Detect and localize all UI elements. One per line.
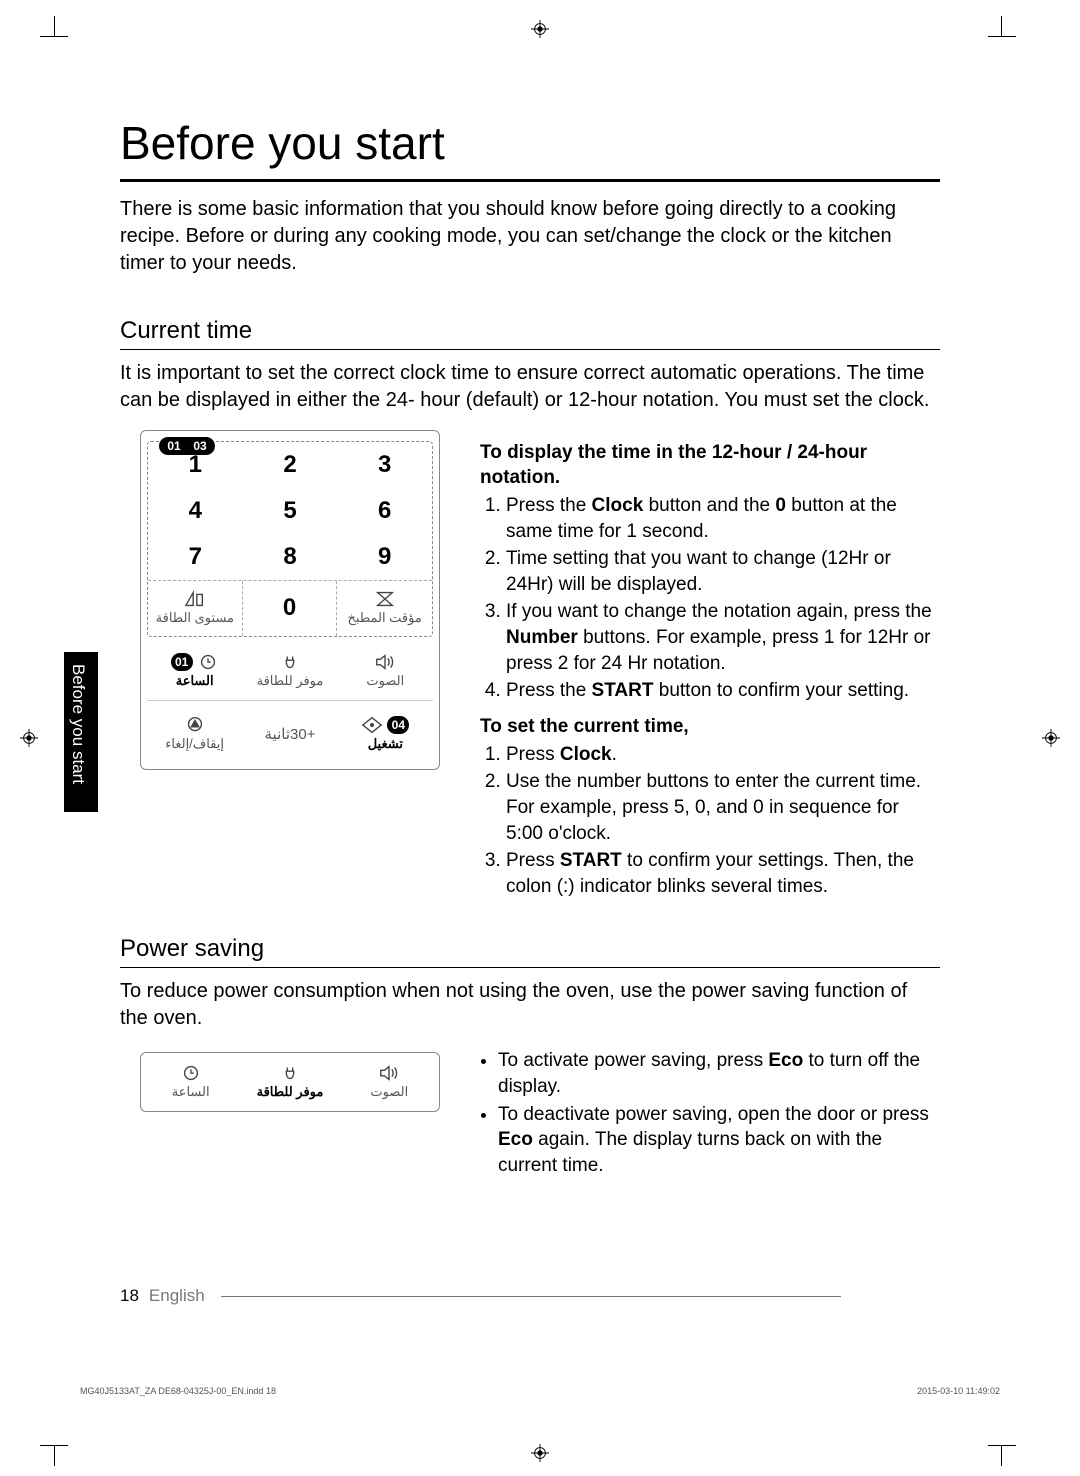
- eco-label: موفر للطاقة: [257, 673, 324, 689]
- print-footer-right: 2015-03-10 11:49:02: [917, 1386, 1000, 1396]
- list-item: Press START to confirm your settings. Th…: [506, 848, 940, 899]
- registration-mark-icon: [20, 729, 38, 747]
- keypad-area: 1 2 3 4 5 6 7 8 9 مستوى الطاقة: [147, 441, 433, 637]
- notation-steps: Press the Clock button and the 0 button …: [480, 493, 940, 704]
- keypad-6: 6: [337, 488, 432, 534]
- clock-icon: [197, 653, 219, 671]
- power-saving-bullets: To activate power saving, press Eco to t…: [480, 1048, 940, 1178]
- page-footer: 18 English: [120, 1286, 841, 1306]
- sound-icon: [374, 653, 396, 671]
- clock-label: الساعة: [172, 1084, 210, 1100]
- list-item: Press the Clock button and the 0 button …: [506, 493, 940, 544]
- list-item: To activate power saving, press Eco to t…: [498, 1048, 940, 1099]
- kitchen-timer-label: مؤقت المطبخ: [347, 610, 421, 626]
- crop-mark: [988, 36, 1016, 37]
- callout-badge: 04: [387, 716, 409, 734]
- crop-mark: [40, 1445, 68, 1446]
- callout-badge: 01: [163, 437, 185, 455]
- section-tab-label: Before you start: [68, 664, 88, 784]
- page-content: Before you start There is some basic inf…: [120, 118, 940, 1181]
- keypad-9: 9: [337, 534, 432, 580]
- footer-rule: [221, 1296, 841, 1297]
- crop-mark: [40, 36, 68, 37]
- keypad-2: 2: [243, 442, 338, 488]
- current-time-desc: It is important to set the correct clock…: [120, 360, 940, 414]
- section-tab: Before you start: [64, 652, 98, 812]
- page-title: Before you start: [120, 118, 940, 169]
- intro-paragraph: There is some basic information that you…: [120, 196, 940, 277]
- eco-panel-illustration: الساعة موفر للطاقة الصوت: [140, 1052, 440, 1112]
- print-footer-left: MG40J5133AT_ZA DE68-04325J-00_EN.indd 18: [80, 1386, 276, 1396]
- eco-label: موفر للطاقة: [257, 1084, 324, 1100]
- callout-badge: 03: [189, 437, 211, 455]
- power-saving-heading: Power saving: [120, 935, 940, 968]
- power-level-icon: [184, 590, 206, 608]
- stop-icon: [184, 716, 206, 734]
- list-item: Time setting that you want to change (12…: [506, 546, 940, 597]
- registration-mark-icon: [531, 1444, 549, 1462]
- control-panel-illustration: 01 03 1 2 3 4 5 6 7 8 9: [140, 430, 440, 770]
- notation-heading: To display the time in the 12-hour / 24-…: [480, 440, 940, 491]
- crop-mark: [988, 1445, 1016, 1446]
- keypad-7: 7: [148, 534, 243, 580]
- sound-label: الصوت: [370, 1084, 408, 1100]
- title-rule: [120, 179, 940, 182]
- page-language: English: [149, 1286, 205, 1306]
- settime-steps: Press Clock. Use the number buttons to e…: [480, 742, 940, 900]
- eco-icon: [279, 653, 301, 671]
- keypad-8: 8: [243, 534, 338, 580]
- current-time-heading: Current time: [120, 317, 940, 350]
- start-label: تشغيل: [368, 736, 403, 752]
- kitchen-timer-icon: [374, 590, 396, 608]
- power-level-label: مستوى الطاقة: [156, 610, 234, 626]
- keypad-4: 4: [148, 488, 243, 534]
- settime-heading: To set the current time,: [480, 714, 940, 740]
- registration-mark-icon: [531, 20, 549, 38]
- clock-icon: [180, 1064, 202, 1082]
- keypad-0: 0: [283, 594, 296, 622]
- page-number: 18: [120, 1286, 139, 1306]
- eco-icon: [279, 1064, 301, 1082]
- list-item: Press the START button to confirm your s…: [506, 678, 940, 704]
- keypad-3: 3: [337, 442, 432, 488]
- callout-badges: 01 03: [159, 437, 215, 455]
- list-item: To deactivate power saving, open the doo…: [498, 1102, 940, 1179]
- start-icon: [361, 716, 383, 734]
- list-item: Use the number buttons to enter the curr…: [506, 769, 940, 846]
- stop-label: إيقاف/إلغاء: [165, 736, 224, 752]
- list-item: If you want to change the notation again…: [506, 599, 940, 676]
- keypad-5: 5: [243, 488, 338, 534]
- registration-mark-icon: [1042, 729, 1060, 747]
- list-item: Press Clock.: [506, 742, 940, 768]
- sound-label: الصوت: [366, 673, 404, 689]
- sound-icon: [378, 1064, 400, 1082]
- plus-30s-label: +30ثانية: [265, 725, 316, 743]
- clock-label: الساعة: [176, 673, 214, 689]
- power-saving-desc: To reduce power consumption when not usi…: [120, 978, 940, 1032]
- callout-badge: 01: [171, 653, 193, 671]
